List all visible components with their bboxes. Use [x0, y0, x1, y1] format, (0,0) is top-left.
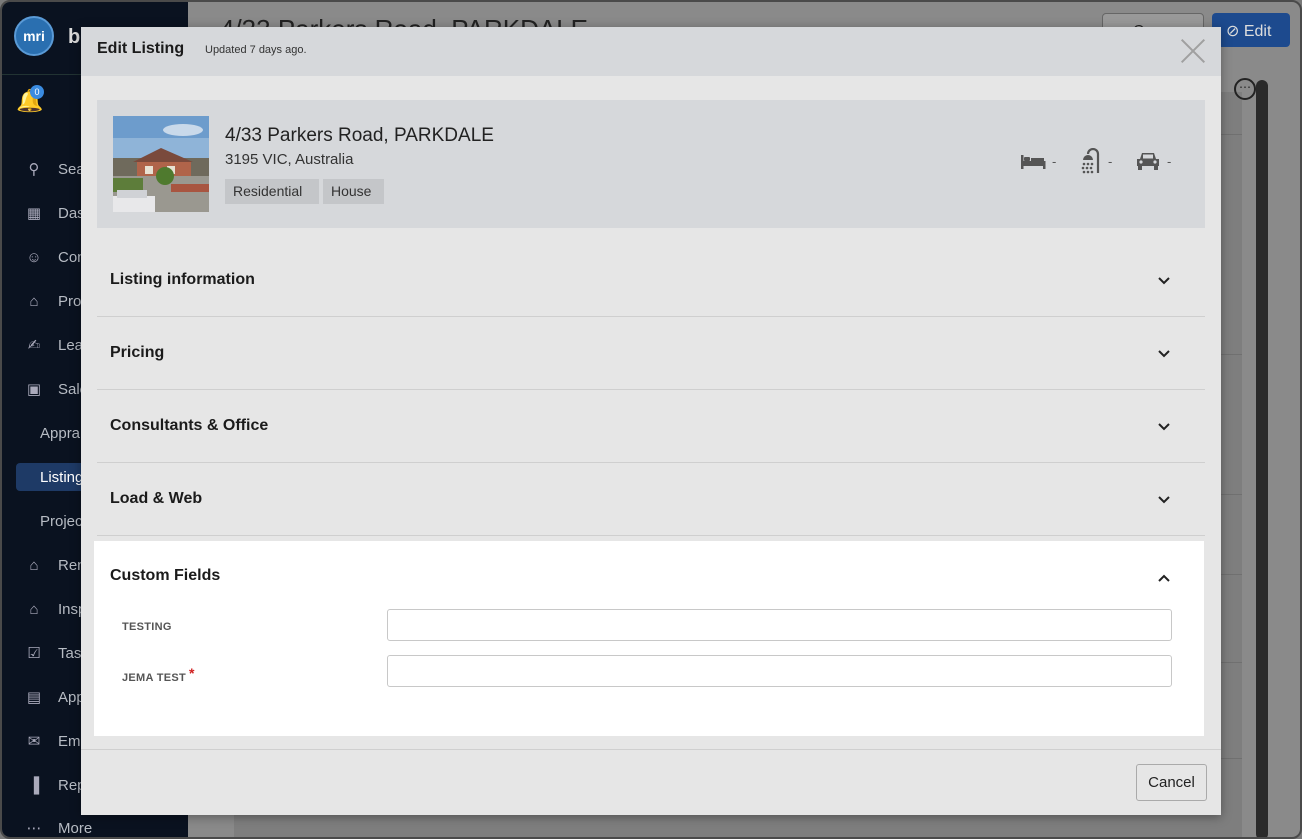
chevron-up-icon[interactable] [1157, 573, 1171, 583]
property-category-badge: House [323, 179, 384, 204]
sales-icon: ▣ [26, 381, 42, 398]
chevron-down-icon [1158, 277, 1170, 285]
more-options-icon[interactable]: ⋯ [1234, 78, 1256, 100]
sidebar-item-label: Em [58, 732, 81, 750]
close-icon[interactable] [1179, 37, 1207, 65]
car-spaces-feature: - [1135, 148, 1171, 174]
edit-listing-modal: Edit Listing Updated 7 days ago. 4/33 Pa… [81, 27, 1221, 815]
section-custom-fields: Custom Fields TESTING JEMA TEST * [94, 541, 1204, 736]
jema-test-label-text: JEMA TEST [122, 672, 187, 684]
sidebar-item-label: Pro [58, 292, 82, 310]
app-logo: mri [14, 16, 54, 56]
section-load-web[interactable]: Load & Web [97, 463, 1205, 536]
property-type-badge: Residential [225, 179, 319, 204]
rental-icon: ⌂ [29, 556, 39, 574]
dashboard-icon: ▦ [26, 205, 42, 222]
notification-count-badge: 0 [30, 85, 44, 99]
last-updated-text: Updated 7 days ago. [205, 44, 307, 56]
section-pricing[interactable]: Pricing [97, 317, 1205, 390]
lease-icon: ✍ [27, 337, 41, 354]
page-scrollbar[interactable] [1256, 80, 1268, 837]
sidebar-item-label: Appra [40, 424, 81, 442]
testing-field-label: TESTING [122, 621, 172, 633]
sidebar-item-more[interactable]: ⋯ More [2, 814, 188, 838]
section-title: Load & Web [110, 490, 203, 507]
cancel-button[interactable]: Cancel [1136, 764, 1207, 801]
bathrooms-feature: - [1080, 148, 1112, 174]
section-listing-information[interactable]: Listing information [97, 244, 1205, 317]
section-consultants-office[interactable]: Consultants & Office [97, 390, 1205, 463]
car-icon [1135, 151, 1161, 171]
sidebar-item-label: Listing [40, 468, 84, 486]
shower-icon [1080, 148, 1102, 174]
section-title: Pricing [110, 344, 165, 361]
required-asterisk: * [189, 665, 195, 681]
email-icon: ✉ [27, 733, 41, 750]
sidebar-item-label: Projec [40, 512, 83, 530]
sidebar-item-label: More [58, 819, 93, 837]
property-icon: ⌂ [29, 292, 39, 310]
app-brand: b [68, 26, 81, 48]
chevron-down-icon [1158, 423, 1170, 431]
bedrooms-feature: - [1020, 148, 1056, 174]
modal-body: 4/33 Parkers Road, PARKDALE 3195 VIC, Au… [81, 76, 1221, 749]
section-title: Consultants & Office [110, 417, 269, 434]
sidebar-item-label: Tas [58, 644, 82, 662]
report-icon: ▐ [28, 776, 40, 794]
bathrooms-count: - [1108, 153, 1113, 169]
chevron-down-icon [1158, 496, 1170, 504]
testing-field-input[interactable] [387, 609, 1172, 641]
section-title: Custom Fields [110, 567, 221, 584]
chevron-down-icon [1158, 350, 1170, 358]
more-icon: ⋯ [26, 820, 42, 837]
search-icon: ⚲ [28, 161, 40, 178]
property-address: 4/33 Parkers Road, PARKDALE [225, 125, 494, 146]
jema-test-field-label: JEMA TEST * [122, 665, 195, 684]
task-icon: ☑ [27, 645, 41, 662]
sidebar-item-label: Lea [58, 336, 84, 354]
property-photo [113, 116, 209, 212]
contact-icon: ☺ [26, 248, 42, 266]
property-summary-card: 4/33 Parkers Road, PARKDALE 3195 VIC, Au… [97, 100, 1205, 228]
edit-button-label: Edit [1243, 23, 1272, 40]
section-title: Listing information [110, 271, 255, 288]
bed-icon [1020, 151, 1046, 171]
edit-button[interactable]: ⊘ Edit [1212, 13, 1290, 47]
car-spaces-count: - [1167, 153, 1172, 169]
modal-footer: Cancel [81, 749, 1221, 815]
appointment-icon: ▤ [26, 689, 42, 706]
modal-title: Edit Listing [97, 40, 185, 57]
jema-test-field-input[interactable] [387, 655, 1172, 687]
bedrooms-count: - [1052, 153, 1057, 169]
inspection-icon: ⌂ [29, 600, 39, 618]
modal-header: Edit Listing Updated 7 days ago. [81, 27, 1221, 76]
property-suburb: 3195 VIC, Australia [225, 151, 354, 168]
